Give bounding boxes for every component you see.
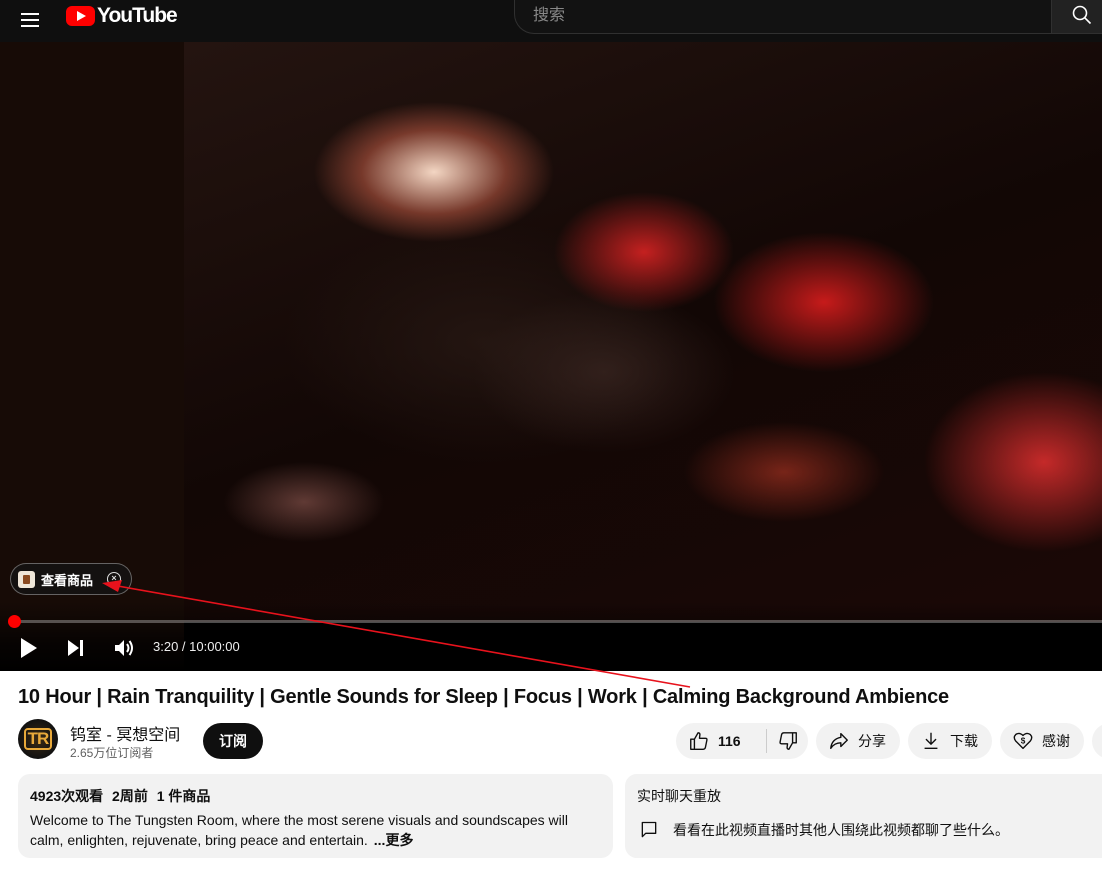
like-dislike-group: 116 (676, 723, 808, 759)
close-icon[interactable]: × (107, 572, 122, 586)
share-icon (830, 732, 848, 750)
channel-name[interactable]: 钨室 - 冥想空间 (70, 721, 180, 745)
thanks-button[interactable]: $ 感谢 (1000, 723, 1084, 759)
thumbs-down-icon (778, 732, 797, 750)
progress-scrubber[interactable] (8, 615, 21, 628)
subscribe-button[interactable]: 订阅 (203, 723, 263, 759)
video-frame[interactable] (184, 42, 1102, 622)
heart-dollar-icon: $ (1013, 732, 1033, 750)
volume-icon (115, 640, 133, 656)
download-button[interactable]: 下载 (908, 723, 992, 759)
live-chat-row: 看看在此视频直播时其他人围绕此视频都聊了些什么。 (639, 820, 1009, 840)
description-box[interactable]: 4923次观看 2周前 1 件商品 Welcome to The Tungste… (18, 774, 613, 858)
chat-icon (641, 821, 657, 838)
menu-icon[interactable] (19, 9, 41, 31)
youtube-play-logo-icon (66, 6, 95, 26)
next-icon (68, 640, 83, 656)
share-button[interactable]: 分享 (816, 723, 900, 759)
live-chat-title: 实时聊天重放 (637, 788, 721, 804)
top-bar: YouTube (0, 0, 1102, 42)
live-chat-message: 看看在此视频直播时其他人围绕此视频都聊了些什么。 (673, 822, 1009, 838)
description-text: Welcome to The Tungsten Room, where the … (30, 810, 601, 850)
search-icon (1072, 5, 1092, 25)
more-actions-button[interactable] (1092, 723, 1102, 759)
show-more-link[interactable]: ...更多 (374, 832, 414, 848)
description-meta: 4923次观看 2周前 1 件商品 (30, 786, 601, 806)
svg-text:$: $ (1021, 736, 1026, 745)
product-thumbnail (18, 570, 35, 588)
view-products-chip[interactable]: 查看商品 × (10, 563, 133, 595)
thanks-label: 感谢 (1042, 733, 1070, 749)
channel-avatar[interactable]: TR (18, 719, 58, 759)
dislike-button[interactable] (767, 723, 808, 759)
upload-age: 2周前 (112, 788, 148, 804)
time-display: 3:20 / 10:00:00 (153, 639, 240, 654)
download-label: 下载 (950, 733, 978, 749)
progress-bar[interactable] (12, 620, 1102, 623)
thumbs-up-icon (690, 732, 708, 750)
next-button[interactable] (66, 638, 86, 658)
subscriber-count: 2.65万位订阅者 (70, 746, 154, 760)
like-count: 116 (718, 733, 741, 749)
controls-gradient (0, 602, 1102, 671)
view-products-label: 查看商品 (41, 572, 94, 588)
like-button[interactable]: 116 (676, 723, 766, 759)
play-icon (21, 638, 37, 658)
video-player[interactable]: 查看商品 × 3:20 / 10:00:00 (0, 42, 1102, 671)
live-chat-replay-box[interactable]: 实时聊天重放 看看在此视频直播时其他人围绕此视频都聊了些什么。 (625, 774, 1102, 858)
view-count: 4923次观看 (30, 788, 104, 804)
description-body: Welcome to The Tungsten Room, where the … (30, 812, 568, 848)
avatar-logo-text: TR (23, 728, 53, 750)
play-button[interactable] (19, 637, 39, 659)
video-title: 10 Hour | Rain Tranquility | Gentle Soun… (18, 686, 949, 708)
volume-button[interactable] (112, 636, 136, 660)
search-box (514, 0, 1052, 34)
search-button[interactable] (1051, 0, 1102, 34)
product-count: 1 件商品 (156, 788, 211, 804)
download-icon (924, 732, 938, 750)
youtube-wordmark: YouTube (97, 4, 178, 27)
search-input[interactable] (531, 3, 1035, 29)
youtube-logo[interactable]: YouTube (66, 3, 178, 29)
share-label: 分享 (858, 733, 886, 749)
